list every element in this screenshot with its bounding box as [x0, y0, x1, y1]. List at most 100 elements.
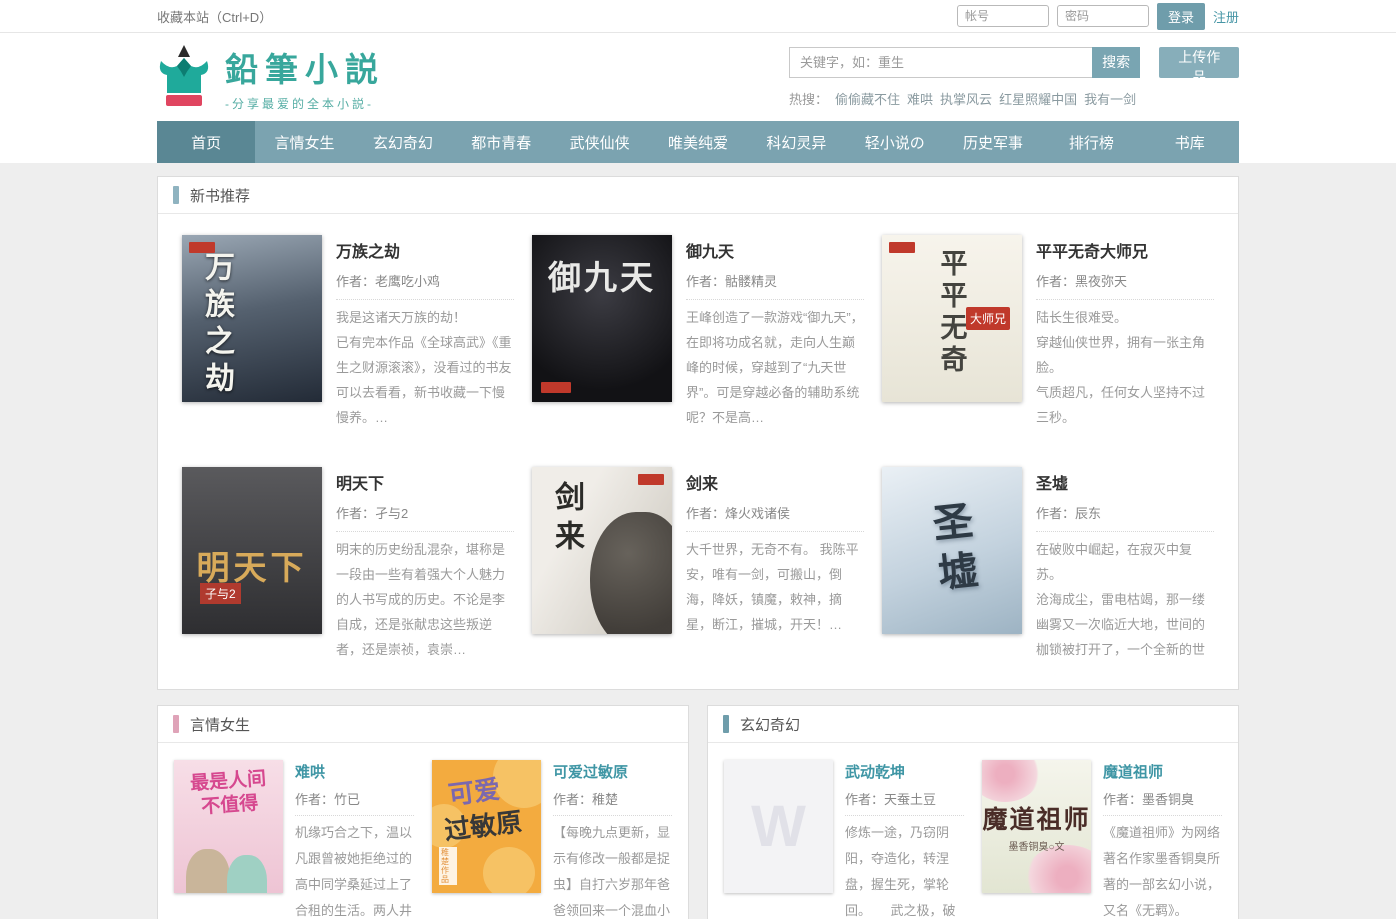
nav-item-pure-love[interactable]: 唯美纯爱 [649, 121, 747, 163]
featured-book-card: 可爱 过敏原 稚楚作品 可爱过敏原 作者：稚楚 【每晚九点更新，显示有修改一般都… [432, 760, 672, 919]
cover-seal-text: 大师兄 [966, 307, 1010, 330]
book-cover[interactable]: 魔道祖师 墨香铜臭○文 [982, 760, 1091, 893]
new-books-section: 新书推荐 万族之劫 万族之劫 作者：老鹰吃小鸡 我是这诸天万族的劫！ 已有完本作… [157, 176, 1239, 690]
hot-keyword[interactable]: 红星照耀中国 [999, 92, 1077, 107]
book-cover[interactable]: 圣墟 [882, 467, 1022, 634]
book-description: 《魔道祖师》为网络著名作家墨香铜臭所著的一部玄幻小说，又名《无羁》。 [1103, 820, 1222, 919]
book-card: 明天下 子与2 明天下 作者：孑与2 明末的历史纷乱混杂，堪称是一段由一些有着强… [182, 467, 514, 662]
cover-title-text: 过敏原 [442, 801, 524, 847]
cover-title-text: 圣墟 [918, 498, 986, 604]
section-accent-bar [173, 186, 179, 204]
section-accent-bar [173, 715, 179, 733]
nav-item-library[interactable]: 书库 [1141, 121, 1239, 163]
nav-item-romance[interactable]: 言情女生 [255, 121, 353, 163]
cover-decor-circle [483, 847, 535, 893]
book-card: 御九天 御九天 作者：骷髅精灵 王峰创造了一款游戏“御九天”，在即将功成名就，走… [532, 235, 864, 430]
hot-keyword[interactable]: 我有一剑 [1084, 92, 1136, 107]
book-author: 作者：墨香铜臭 [1103, 789, 1222, 816]
section-title: 新书推荐 [190, 185, 250, 206]
book-cover-placeholder[interactable]: W [724, 760, 833, 893]
featured-book-card: 魔道祖师 墨香铜臭○文 魔道祖师 作者：墨香铜臭 《魔道祖师》为网络著名作家墨香… [982, 760, 1222, 919]
book-description: 王峰创造了一款游戏“御九天”，在即将功成名就，走向人生巅峰的时候，穿越到了“九天… [686, 305, 864, 430]
section-header: 玄幻奇幻 [708, 706, 1238, 743]
password-input[interactable] [1057, 5, 1149, 27]
book-cover[interactable]: 万族之劫 [182, 235, 322, 402]
book-title[interactable]: 御九天 [686, 238, 864, 262]
book-author: 作者：黑夜弥天 [1036, 271, 1214, 300]
book-title[interactable]: 难哄 [295, 761, 414, 782]
book-author: 作者：天蚕土豆 [845, 789, 964, 816]
upload-work-button[interactable]: 上传作品 [1159, 47, 1239, 78]
fantasy-section: 玄幻奇幻 W 武动乾坤 作者：天蚕土豆 修炼一途，乃窃阴阳，夺造化，转涅盘，握生… [707, 705, 1239, 919]
search-input[interactable] [789, 47, 1092, 78]
book-title[interactable]: 武动乾坤 [845, 761, 964, 782]
register-link[interactable]: 注册 [1213, 7, 1239, 26]
publisher-badge [638, 474, 664, 485]
featured-book-card: W 武动乾坤 作者：天蚕土豆 修炼一途，乃窃阴阳，夺造化，转涅盘，握生死，掌轮回… [724, 760, 964, 919]
login-area: 登录 注册 [957, 3, 1239, 30]
cover-figure-art [186, 849, 230, 893]
cover-figure-art [590, 512, 672, 634]
hot-search-label: 热搜： [789, 92, 828, 107]
pencil-logo-icon [157, 43, 211, 112]
book-card: 万族之劫 万族之劫 作者：老鹰吃小鸡 我是这诸天万族的劫！ 已有完本作品《全球高… [182, 235, 514, 430]
romance-section: 言情女生 最是人间不值得 难哄 作者：竹已 机缘巧合之下，温以凡跟曾被她拒绝过的… [157, 705, 689, 919]
book-description: 大千世界，无奇不有。 我陈平安，唯有一剑，可搬山，倒海，降妖，镇魔，敕神，摘星，… [686, 537, 864, 637]
book-title[interactable]: 万族之劫 [336, 238, 514, 262]
nav-item-home[interactable]: 首页 [157, 121, 255, 163]
book-author: 作者：骷髅精灵 [686, 271, 864, 300]
nav-item-scifi[interactable]: 科幻灵异 [747, 121, 845, 163]
book-author: 作者：竹已 [295, 789, 414, 816]
search-block: 搜索 上传作品 热搜： 偷偷藏不住难哄执掌风云红星照耀中国我有一剑 [789, 47, 1239, 108]
topbar: 收藏本站（Ctrl+D） 登录 注册 [0, 0, 1396, 33]
book-cover[interactable]: 最是人间不值得 [174, 760, 283, 893]
book-title[interactable]: 可爱过敏原 [553, 761, 672, 782]
nav-item-history[interactable]: 历史军事 [944, 121, 1042, 163]
nav-item-wuxia[interactable]: 武侠仙侠 [550, 121, 648, 163]
cover-title-text: 魔道祖师 [982, 800, 1091, 836]
nav-item-urban[interactable]: 都市青春 [452, 121, 550, 163]
book-cover[interactable]: 剑来 [532, 467, 672, 634]
site-logo[interactable]: 鉛筆小説 -分享最爱的全本小説- [157, 43, 385, 112]
nav-item-ranking[interactable]: 排行榜 [1042, 121, 1140, 163]
nav-item-light-novel[interactable]: 轻小说の [846, 121, 944, 163]
search-button[interactable]: 搜索 [1092, 47, 1141, 78]
book-title[interactable]: 魔道祖师 [1103, 761, 1222, 782]
cover-title-text: 明天下 [182, 541, 322, 589]
nav-item-fantasy[interactable]: 玄幻奇幻 [354, 121, 452, 163]
hot-keyword[interactable]: 难哄 [907, 92, 933, 107]
favorite-site-link[interactable]: 收藏本站（Ctrl+D） [157, 7, 272, 26]
section-accent-bar [723, 715, 729, 733]
book-cover[interactable]: 可爱 过敏原 稚楚作品 [432, 760, 541, 893]
book-title[interactable]: 圣墟 [1036, 470, 1214, 494]
book-author: 作者：烽火戏诸侯 [686, 503, 864, 532]
placeholder-logo-glyph: W [751, 793, 806, 860]
book-description: 修炼一途，乃窃阴阳，夺造化，转涅盘，握生死，掌轮回。 武之极，破 [845, 820, 964, 919]
section-title: 言情女生 [190, 714, 250, 735]
main-nav: 首页 言情女生 玄幻奇幻 都市青春 武侠仙侠 唯美纯爱 科幻灵异 轻小说の 历史… [0, 121, 1396, 163]
book-cover[interactable]: 平平无奇 大师兄 [882, 235, 1022, 402]
cover-title-text: 御九天 [532, 251, 672, 299]
book-cover[interactable]: 明天下 子与2 [182, 467, 322, 634]
section-header: 言情女生 [158, 706, 688, 743]
book-title[interactable]: 平平无奇大师兄 [1036, 238, 1214, 262]
cover-author-tag: 子与2 [200, 583, 241, 604]
publisher-badge [541, 382, 571, 393]
hot-keyword[interactable]: 偷偷藏不住 [835, 92, 900, 107]
book-title[interactable]: 剑来 [686, 470, 864, 494]
account-input[interactable] [957, 5, 1049, 27]
cover-title-text: 剑来 [544, 481, 588, 559]
featured-books: W 武动乾坤 作者：天蚕土豆 修炼一途，乃窃阴阳，夺造化，转涅盘，握生死，掌轮回… [708, 743, 1238, 919]
login-button[interactable]: 登录 [1157, 3, 1205, 30]
hot-search-row: 热搜： 偷偷藏不住难哄执掌风云红星照耀中国我有一剑 [789, 89, 1239, 108]
cover-title-text: 万族之劫 [194, 251, 238, 399]
book-card: 圣墟 圣墟 作者：辰东 在破败中崛起，在寂灭中复苏。 沧海成尘，雷电枯竭，那一缕… [882, 467, 1214, 662]
cover-figure-art [227, 855, 267, 893]
book-cover[interactable]: 御九天 [532, 235, 672, 402]
book-description: 我是这诸天万族的劫！ 已有完本作品《全球高武》《重生之财源滚滚》，没看过的书友可… [336, 305, 514, 430]
hot-keyword[interactable]: 执掌风云 [940, 92, 992, 107]
book-title[interactable]: 明天下 [336, 470, 514, 494]
book-author: 作者：稚楚 [553, 789, 672, 816]
site-header: 鉛筆小説 -分享最爱的全本小説- 搜索 上传作品 热搜： 偷偷藏不住难哄执掌风云红… [0, 33, 1396, 121]
featured-books: 最是人间不值得 难哄 作者：竹已 机缘巧合之下，温以凡跟曾被她拒绝过的高中同学桑… [158, 743, 688, 919]
